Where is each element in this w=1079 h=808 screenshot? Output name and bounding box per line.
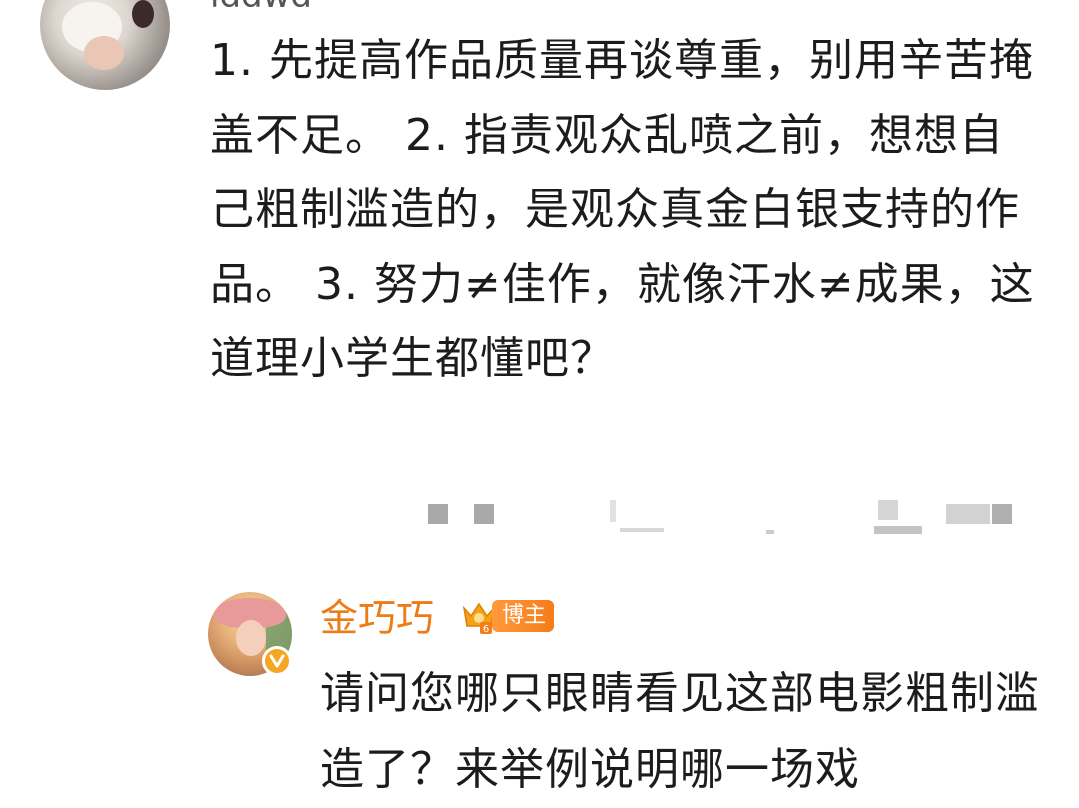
verified-icon bbox=[262, 646, 292, 676]
blurred-action-icon[interactable] bbox=[946, 504, 990, 524]
commenter-username[interactable]: lddwd bbox=[210, 0, 312, 16]
avatar-face bbox=[236, 620, 266, 656]
replier-username[interactable]: 金巧巧 bbox=[320, 594, 434, 642]
avatar-cat-paw bbox=[84, 36, 124, 70]
blurred-action-icon[interactable] bbox=[610, 500, 616, 522]
blurred-action-icon[interactable] bbox=[474, 504, 494, 524]
avatar-cat-mouth bbox=[132, 0, 154, 28]
blurred-action-icon[interactable] bbox=[428, 504, 448, 524]
comment-text: 1. 先提高作品质量再谈尊重，别用辛苦掩盖不足。 2. 指责观众乱喷之前，想想自… bbox=[210, 35, 1035, 384]
commenter-avatar[interactable] bbox=[40, 0, 170, 90]
svg-text:6: 6 bbox=[483, 624, 489, 635]
verified-v-icon bbox=[269, 654, 285, 668]
blurred-action-icon[interactable] bbox=[766, 530, 774, 534]
blurred-action-icon[interactable] bbox=[874, 526, 922, 534]
reply-text: 请问您哪只眼睛看见这部电影粗制滥造了？来举例说明哪一场戏 bbox=[320, 668, 1040, 795]
blogger-badge: 博主 bbox=[492, 600, 555, 632]
comment-action-bar bbox=[0, 500, 1079, 540]
blurred-action-icon[interactable] bbox=[620, 528, 664, 532]
blurred-action-icon[interactable] bbox=[992, 504, 1012, 524]
blurred-action-icon[interactable] bbox=[878, 500, 898, 520]
